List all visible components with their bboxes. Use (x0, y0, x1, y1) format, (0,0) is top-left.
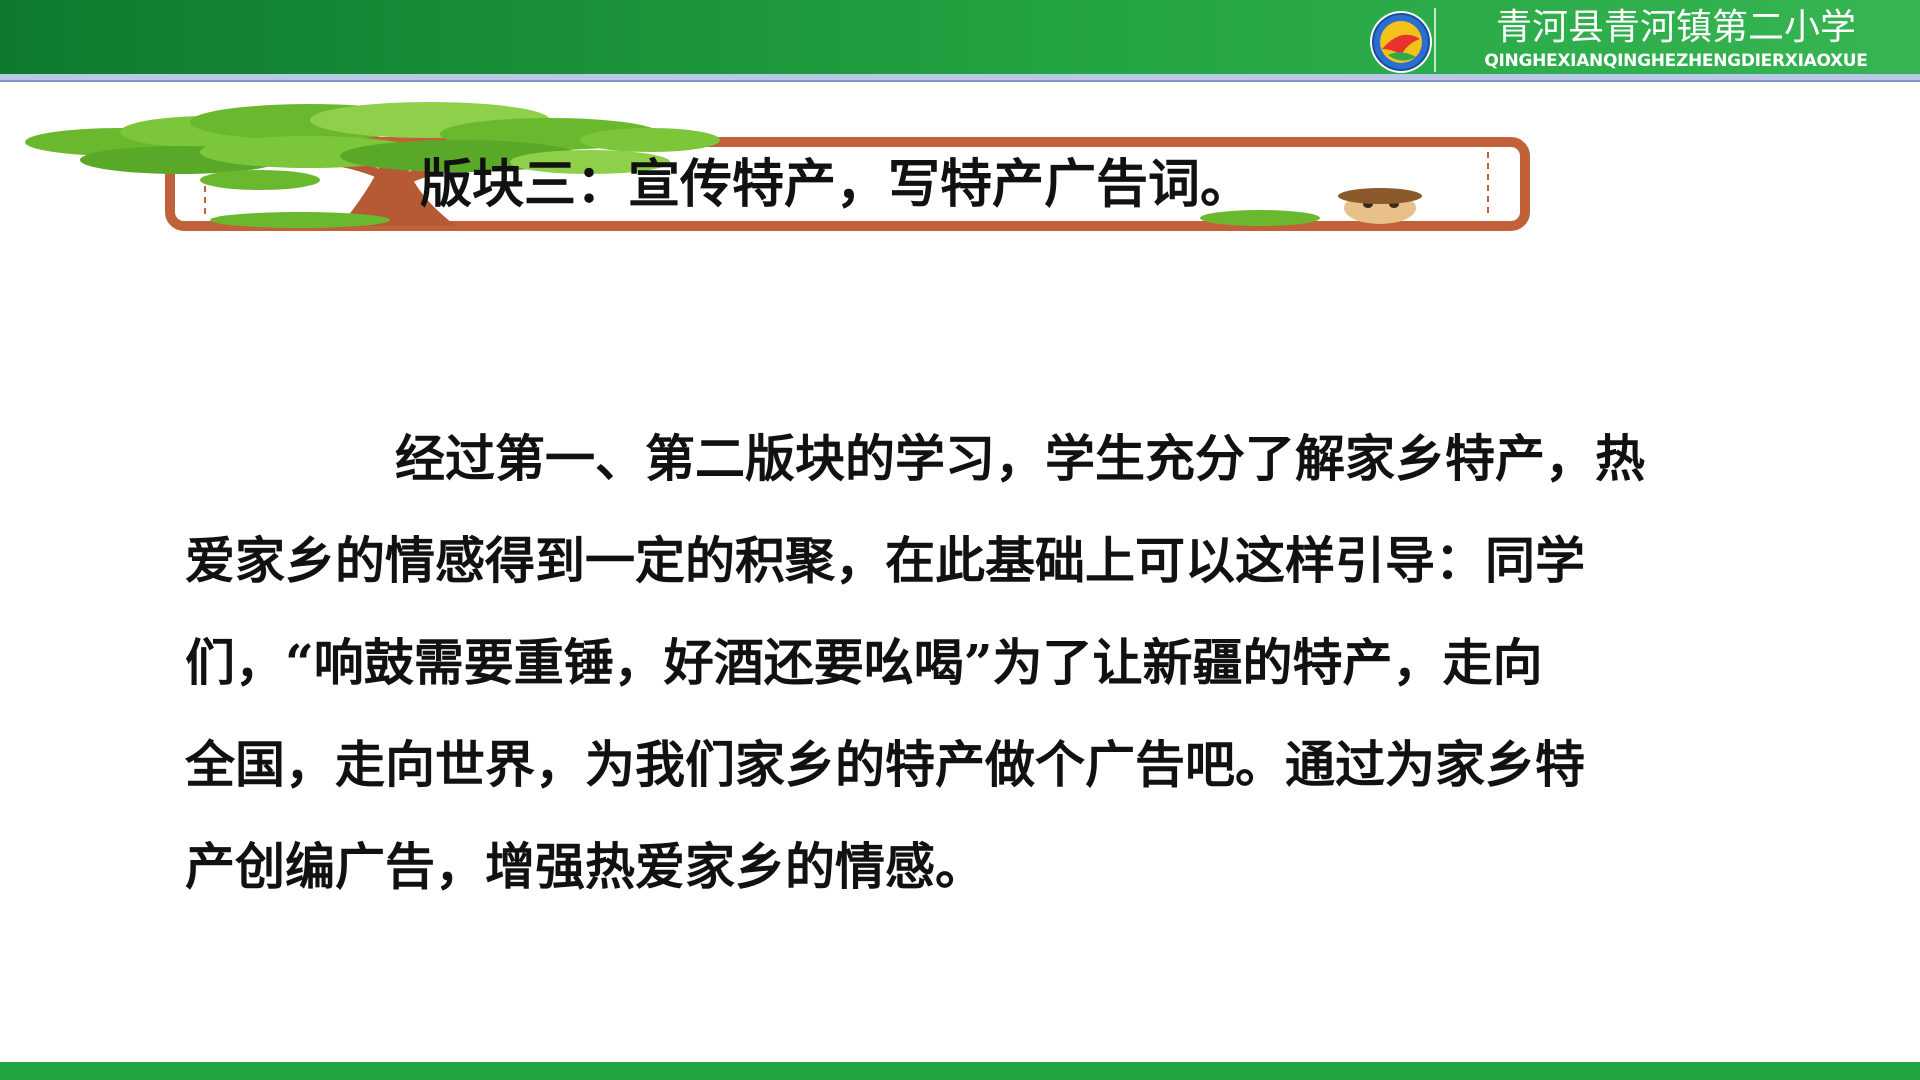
body-paragraph: 经过第一、第二版块的学习，学生充分了解家乡特产，热 爱家乡的情感得到一定的积聚，… (185, 408, 1785, 918)
school-name-pinyin: QINGHEXIANQINGHEZHENGDIERXIAOXUE (1484, 51, 1868, 71)
header-underline (0, 74, 1920, 82)
school-emblem-icon (1370, 11, 1432, 73)
paragraph-line: 产创编广告，增强热爱家乡的情感。 (185, 837, 985, 896)
paragraph-line: 全国，走向世界，为我们家乡的特产做个广告吧。通过为家乡特 (185, 735, 1585, 794)
header-divider (1434, 8, 1436, 72)
school-name: 青河县青河镇第二小学 (1495, 7, 1856, 48)
paragraph-line: 们，“响鼓需要重锤，好酒还要吆喝”为了让新疆的特产，走向 (185, 633, 1543, 692)
paragraph-line: 爱家乡的情感得到一定的积聚，在此基础上可以这样引导：同学 (185, 531, 1585, 590)
footer-bar (0, 1062, 1920, 1080)
paragraph-line: 经过第一、第二版块的学习，学生充分了解家乡特产，热 (395, 429, 1645, 488)
section-title: 版块三：宣传特产，写特产广告词。 (420, 154, 1253, 215)
